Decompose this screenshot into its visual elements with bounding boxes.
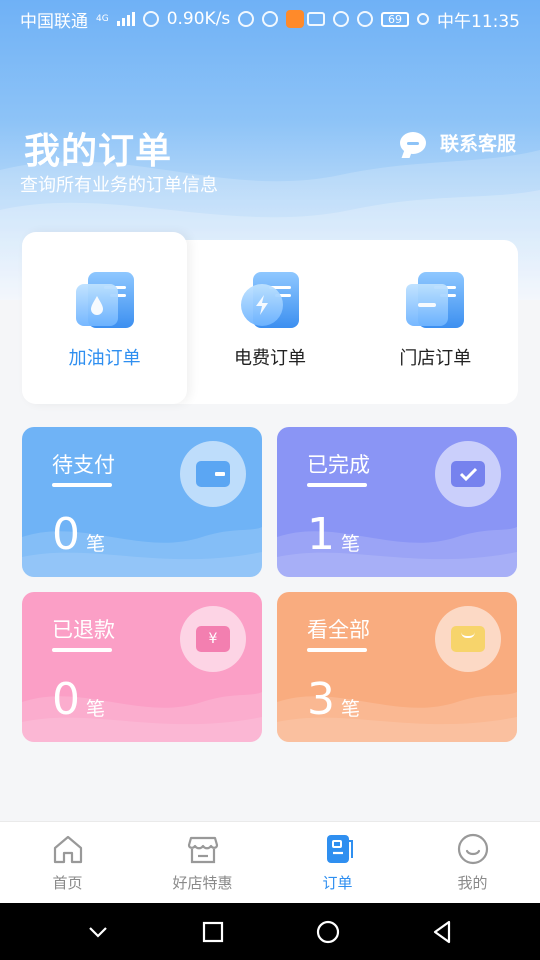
stat-count: 3 (307, 674, 335, 725)
stat-underline (52, 648, 112, 652)
order-category-card: 加油订单 电费订单 门店订单 (22, 232, 518, 404)
electricity-order-icon (237, 272, 303, 334)
nfc-icon (307, 12, 325, 26)
stat-card-view-all[interactable]: 看全部 3 笔 (277, 592, 517, 742)
tab-deals[interactable]: 好店特惠 (135, 822, 270, 903)
system-nav-bar (0, 903, 540, 960)
stat-unit: 笔 (341, 533, 361, 555)
stat-unit: 笔 (86, 698, 106, 720)
tab-store-order-label: 门店订单 (399, 348, 472, 369)
contact-service-label: 联系客服 (439, 133, 516, 155)
tab-orders[interactable]: 订单 (270, 822, 405, 903)
tab-mine-label: 我的 (457, 874, 488, 892)
wifi-icon (142, 11, 159, 27)
stat-count: 1 (307, 509, 335, 560)
message-icon (262, 11, 279, 27)
wallet-icon (180, 441, 246, 507)
tab-electricity-order[interactable]: 电费订单 (187, 240, 352, 404)
tab-orders-label: 订单 (322, 874, 353, 892)
wechat-icon (238, 11, 255, 27)
tab-mine[interactable]: 我的 (405, 822, 540, 903)
page-title: 我的订单 (24, 131, 173, 172)
chat-icon (399, 131, 426, 154)
stat-count: 0 (52, 509, 80, 560)
battery-level: 69 (388, 12, 402, 26)
clock: 中午11:35 (437, 11, 520, 32)
mute-icon (357, 11, 373, 27)
smile-icon (457, 833, 488, 865)
status-bar: 中国联通 4G 0.90K/s 69 中午11:35 (0, 0, 540, 38)
yen-bag-icon: ¥ (180, 606, 246, 672)
tab-fuel-order[interactable]: 加油订单 (22, 232, 188, 404)
order-icon (326, 835, 353, 863)
network-type: 4G (96, 14, 109, 24)
stat-card-pending-payment[interactable]: 待支付 0 笔 (22, 427, 262, 577)
stat-card-completed[interactable]: 已完成 1 笔 (277, 427, 517, 577)
alarm-icon (333, 11, 349, 27)
back-icon[interactable] (429, 918, 457, 946)
tab-store-order[interactable]: 门店订单 (353, 240, 518, 404)
app-notification-icon (286, 10, 305, 28)
store-order-icon (402, 272, 468, 334)
bottom-tab-bar: 首页 好店特惠 订单 我的 (0, 821, 540, 903)
contact-service-button[interactable]: 联系客服 (399, 129, 516, 156)
stat-title: 已完成 (307, 453, 370, 477)
stat-unit: 笔 (86, 533, 106, 555)
stat-underline (307, 648, 367, 652)
stat-title: 已退款 (52, 618, 115, 642)
stat-title: 待支付 (52, 453, 115, 477)
stat-unit: 笔 (341, 698, 361, 720)
tab-electricity-order-label: 电费订单 (233, 348, 306, 369)
fuel-order-icon (72, 272, 138, 334)
home-button-icon[interactable] (314, 918, 342, 946)
check-card-icon (435, 441, 501, 507)
network-speed: 0.90K/s (166, 9, 231, 29)
stat-count: 0 (52, 674, 80, 725)
eco-icon (417, 13, 429, 25)
stat-title: 看全部 (307, 618, 370, 642)
stat-underline (52, 483, 112, 487)
home-icon (53, 835, 82, 864)
box-icon (435, 606, 501, 672)
carrier-name: 中国联通 (20, 11, 88, 32)
tab-home-label: 首页 (52, 874, 83, 892)
battery-icon: 69 (381, 11, 409, 27)
tab-deals-label: 好店特惠 (172, 874, 233, 892)
signal-icon (116, 12, 135, 26)
chevron-down-icon[interactable] (84, 918, 112, 946)
tab-fuel-order-label: 加油订单 (68, 348, 141, 369)
stat-card-refunded[interactable]: 已退款 0 笔 ¥ (22, 592, 262, 742)
page-subtitle: 查询所有业务的订单信息 (20, 175, 218, 196)
stat-underline (307, 483, 367, 487)
shop-icon (187, 836, 218, 864)
tab-home[interactable]: 首页 (0, 822, 135, 903)
recent-apps-icon[interactable] (199, 918, 227, 946)
